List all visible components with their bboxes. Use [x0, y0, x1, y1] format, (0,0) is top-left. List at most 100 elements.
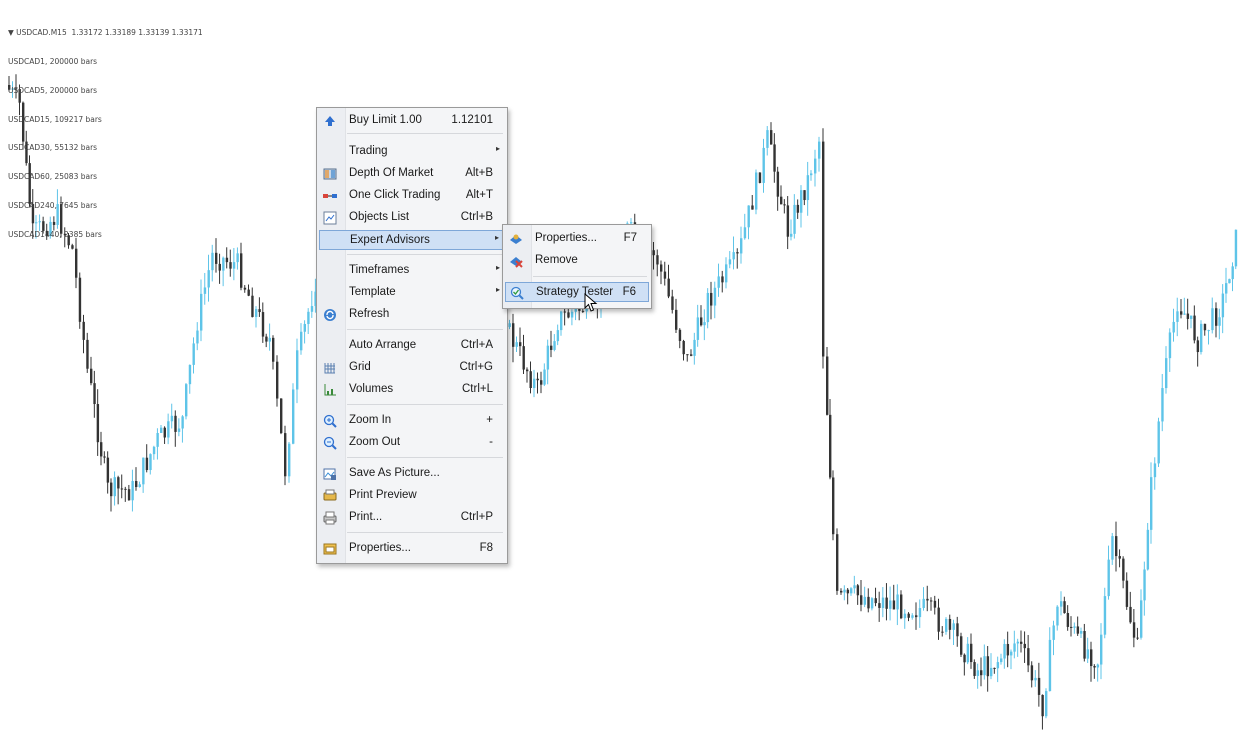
- candlestick: [280, 398, 283, 435]
- menu-item-refresh[interactable]: Refresh: [319, 305, 505, 325]
- bars-info-line: USDCAD30, 55132 bars: [8, 143, 98, 153]
- ea-remove-icon: [510, 257, 523, 268]
- menu-item-zoom-in[interactable]: Zoom In +: [319, 411, 505, 431]
- menu-item-properties[interactable]: Properties... F8: [319, 539, 505, 559]
- candlestick: [1215, 302, 1218, 338]
- candlestick: [307, 308, 310, 335]
- candlestick: [751, 195, 754, 210]
- menu-item-save-as-picture[interactable]: Save As Picture...: [319, 464, 505, 484]
- submenu-item-ea-remove[interactable]: Remove: [505, 251, 649, 271]
- candlestick: [203, 272, 207, 305]
- candlestick: [903, 609, 907, 629]
- candlestick: [1016, 638, 1020, 657]
- candlestick: [878, 591, 881, 622]
- candlestick: [800, 185, 803, 228]
- zoom-in-icon: [323, 414, 337, 428]
- candlestick: [1045, 688, 1048, 719]
- menu-item-expert-advisors[interactable]: Expert Advisors ▸: [319, 230, 505, 250]
- menu-item-buy-limit[interactable]: Buy Limit 1.00 1.12101: [319, 111, 505, 131]
- candlestick: [983, 644, 986, 680]
- menu-item-print[interactable]: Print... Ctrl+P: [319, 508, 505, 528]
- candlestick: [1218, 308, 1221, 340]
- menu-item-depth-of-market[interactable]: Depth Of Market Alt+B: [319, 164, 505, 184]
- candlestick: [556, 324, 560, 346]
- candlestick: [529, 361, 532, 394]
- candlestick: [188, 364, 192, 394]
- buy-limit-icon: [325, 116, 335, 126]
- menu-item-print-preview[interactable]: Print Preview: [319, 486, 505, 506]
- candlestick: [192, 337, 195, 374]
- candlestick: [973, 659, 976, 679]
- candlestick: [652, 241, 655, 270]
- candlestick: [1200, 320, 1203, 355]
- candlestick: [721, 270, 724, 293]
- candlestick: [986, 646, 990, 692]
- candlestick: [1157, 417, 1160, 468]
- candlestick: [96, 389, 100, 456]
- candlestick: [106, 451, 110, 494]
- candlestick: [776, 166, 780, 211]
- candlestick: [1076, 616, 1080, 636]
- candlestick: [926, 585, 929, 612]
- candlestick: [885, 583, 888, 621]
- menu-item-objects-list[interactable]: Objects List Ctrl+B: [319, 208, 505, 228]
- candlestick: [860, 580, 863, 612]
- submenu-arrow-icon: ▸: [495, 285, 500, 294]
- candlestick: [736, 248, 739, 269]
- candlestick: [963, 653, 966, 676]
- candlestick: [1150, 462, 1153, 544]
- menu-item-one-click-trading[interactable]: One Click Trading Alt+T: [319, 186, 505, 206]
- candlestick: [1020, 630, 1023, 653]
- menu-item-timeframes[interactable]: Timeframes ▸: [319, 261, 505, 281]
- candlestick: [265, 333, 268, 348]
- candlestick: [292, 383, 295, 445]
- candlestick: [90, 356, 93, 386]
- menu-item-template[interactable]: Template ▸: [319, 283, 505, 303]
- candlestick: [1107, 545, 1110, 600]
- candlestick: [1037, 662, 1041, 707]
- candlestick: [1234, 229, 1238, 270]
- menu-item-trading[interactable]: Trading ▸: [319, 142, 505, 162]
- submenu-item-ea-properties[interactable]: Properties... F7: [505, 229, 649, 249]
- candlestick: [300, 323, 303, 355]
- candlestick: [570, 309, 574, 326]
- candlestick: [1063, 596, 1066, 614]
- candlestick: [941, 626, 944, 637]
- candlestick: [806, 161, 810, 216]
- candlestick: [843, 585, 846, 601]
- candlestick: [867, 588, 870, 613]
- candlestick: [222, 256, 225, 287]
- candlestick: [728, 251, 732, 269]
- candlestick: [536, 372, 539, 394]
- menu-item-volumes[interactable]: Volumes Ctrl+L: [319, 380, 505, 400]
- menu-item-grid[interactable]: Grid Ctrl+G: [319, 358, 505, 378]
- candlestick: [276, 355, 279, 407]
- candlestick: [229, 249, 232, 277]
- candlestick: [1034, 670, 1037, 687]
- candlestick: [196, 322, 199, 351]
- properties-icon: [323, 543, 337, 555]
- submenu-item-strategy-tester[interactable]: Strategy Tester F6: [505, 282, 649, 302]
- candlestick: [82, 314, 85, 354]
- candlestick: [78, 272, 82, 329]
- menu-item-zoom-out[interactable]: Zoom Out -: [319, 433, 505, 453]
- candlestick: [686, 354, 689, 362]
- candlestick: [156, 428, 159, 460]
- candlestick: [717, 263, 720, 297]
- candlestick: [770, 122, 773, 145]
- print-icon: [323, 511, 337, 525]
- candlestick: [970, 633, 973, 669]
- candlestick: [1153, 457, 1157, 490]
- candlestick: [762, 138, 765, 193]
- candlestick: [656, 249, 659, 277]
- save-picture-icon: [323, 468, 336, 480]
- candlestick: [288, 442, 291, 483]
- candlestick: [1006, 631, 1010, 668]
- candlestick: [814, 149, 817, 187]
- print-preview-icon: [323, 489, 337, 501]
- menu-item-auto-arrange[interactable]: Auto Arrange Ctrl+A: [319, 336, 505, 356]
- candlestick: [310, 290, 314, 318]
- candlestick: [889, 586, 892, 621]
- candlestick: [846, 588, 850, 605]
- ea-properties-icon: [510, 234, 522, 244]
